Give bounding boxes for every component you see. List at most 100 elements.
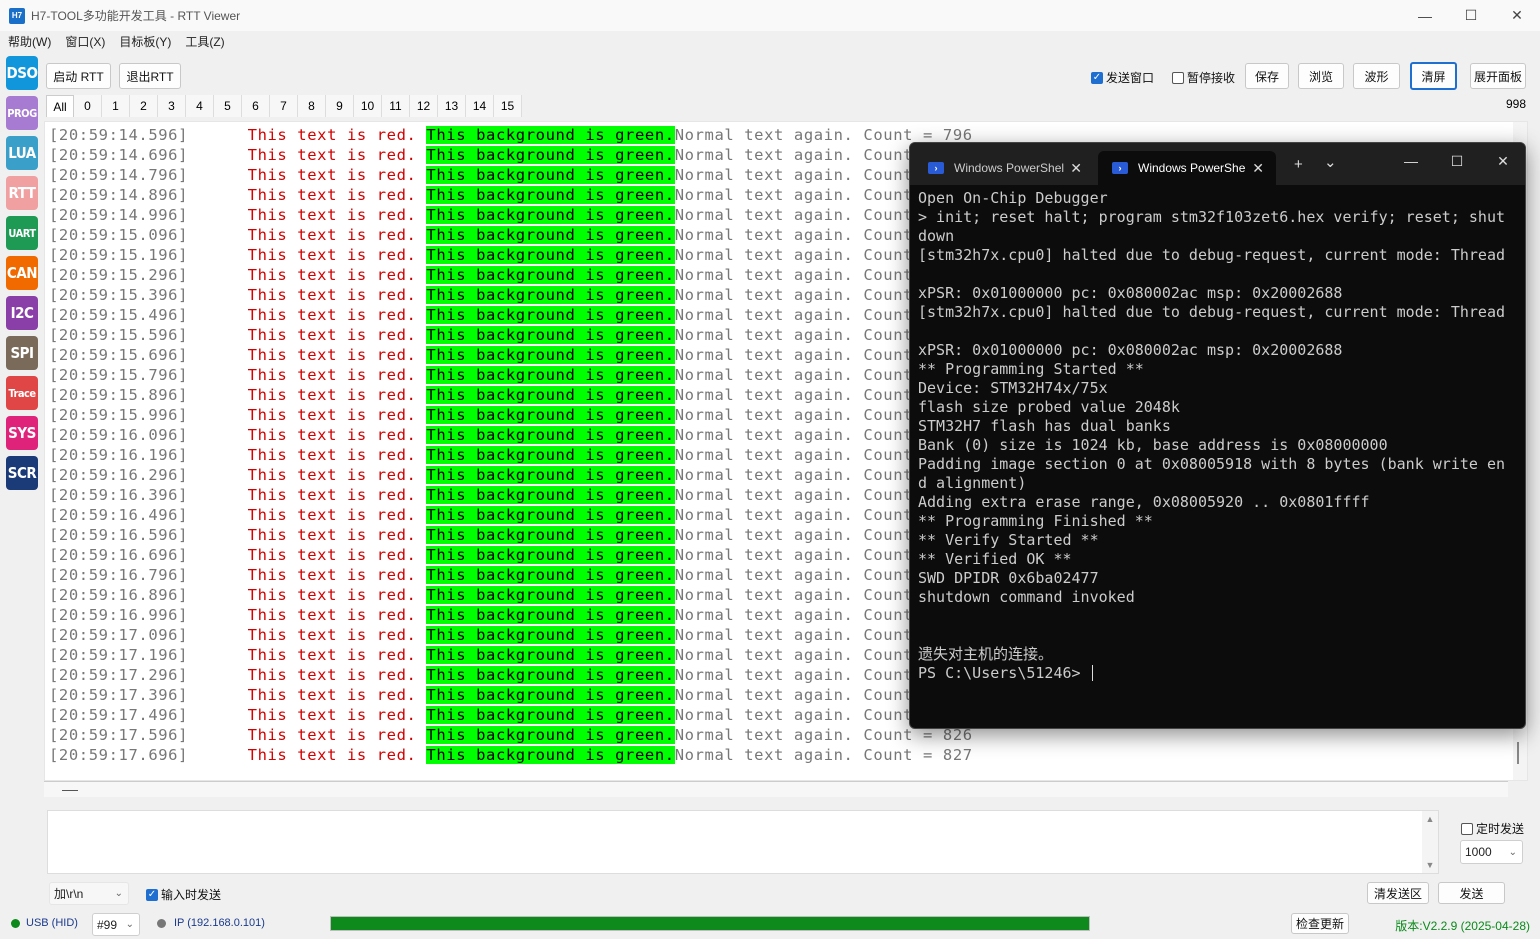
device-select[interactable]: #99 ⌄: [92, 913, 140, 936]
save-button[interactable]: 保存: [1245, 63, 1289, 89]
log-line: [20:59:17.396] This text is red. This ba…: [49, 685, 973, 705]
sidebar-trace-button[interactable]: Trace: [6, 376, 38, 410]
log-green-text: This background is green.: [426, 166, 675, 184]
channel-tab-all[interactable]: All: [46, 95, 74, 117]
horizontal-scrollbar[interactable]: [44, 781, 1508, 797]
terminal-line: Adding extra erase range, 0x08005920 .. …: [918, 493, 1370, 511]
menu-help[interactable]: 帮助(W): [8, 33, 51, 50]
log-normal-text: Normal text again. Count =: [674, 526, 943, 544]
log-red-text: This text is red.: [247, 266, 417, 284]
window-title: H7-TOOL多功能开发工具 - RTT Viewer: [31, 9, 241, 23]
send-button[interactable]: 发送: [1438, 882, 1505, 904]
channel-tab-1[interactable]: 1: [102, 95, 130, 117]
log-green-text: This background is green.: [426, 286, 675, 304]
log-line: [20:59:16.996] This text is red. This ba…: [49, 605, 973, 625]
terminal-minimize-button[interactable]: —: [1388, 153, 1434, 169]
channel-tab-13[interactable]: 13: [438, 95, 466, 117]
line-ending-select[interactable]: 加\r\n ⌄: [49, 882, 129, 905]
log-green-text: This background is green.: [426, 366, 675, 384]
channel-tab-9[interactable]: 9: [326, 95, 354, 117]
terminal-tab-1[interactable]: › Windows PowerShel ✕: [914, 151, 1094, 185]
send-textarea[interactable]: ▲ ▼: [47, 810, 1439, 874]
close-tab-icon[interactable]: ✕: [1070, 160, 1082, 177]
close-tab-icon[interactable]: ✕: [1252, 160, 1264, 177]
sidebar-rtt-button[interactable]: RTT: [6, 176, 38, 210]
clear-screen-button[interactable]: 清屏: [1410, 62, 1457, 90]
log-red-text: This text is red.: [247, 246, 417, 264]
channel-tab-2[interactable]: 2: [130, 95, 158, 117]
check-update-button[interactable]: 检查更新: [1291, 913, 1349, 934]
log-line: [20:59:15.896] This text is red. This ba…: [49, 385, 973, 405]
sidebar-dso-button[interactable]: DSO: [6, 56, 38, 90]
log-red-text: This text is red.: [247, 286, 417, 304]
sidebar-scr-button[interactable]: SCR: [6, 456, 38, 490]
sidebar-lua-button[interactable]: LUA: [6, 136, 38, 170]
browse-button[interactable]: 浏览: [1298, 63, 1344, 89]
waveform-button[interactable]: 波形: [1353, 63, 1400, 89]
sidebar-spi-button[interactable]: SPI: [6, 336, 38, 370]
terminal-close-button[interactable]: ✕: [1480, 153, 1525, 170]
sidebar-i2c-button[interactable]: I2C: [6, 296, 38, 330]
channel-tab-11[interactable]: 11: [382, 95, 410, 117]
channel-tabs: All 0 1 2 3 4 5 6 7 8 9 10 11 12 13 14 15: [46, 95, 522, 119]
terminal-maximize-button[interactable]: ☐: [1434, 153, 1480, 170]
log-timestamp: [20:59:15.196]: [49, 246, 189, 264]
channel-tab-4[interactable]: 4: [186, 95, 214, 117]
new-tab-button[interactable]: +: [1294, 156, 1303, 173]
menu-window[interactable]: 窗口(X): [65, 33, 105, 50]
log-normal-text: Normal text again. Count =: [674, 286, 943, 304]
channel-tab-6[interactable]: 6: [242, 95, 270, 117]
send-on-input-checkbox[interactable]: ✓ 输入时发送: [146, 886, 221, 903]
channel-tab-12[interactable]: 12: [410, 95, 438, 117]
send-interval-select[interactable]: 1000 ⌄: [1460, 840, 1523, 864]
minimize-button[interactable]: —: [1402, 0, 1448, 31]
channel-tab-10[interactable]: 10: [354, 95, 382, 117]
channel-tab-0[interactable]: 0: [74, 95, 102, 117]
sidebar-prog-button[interactable]: PROG: [6, 96, 38, 130]
channel-tab-5[interactable]: 5: [214, 95, 242, 117]
log-line: [20:59:14.996] This text is red. This ba…: [49, 205, 973, 225]
channel-tab-15[interactable]: 15: [494, 95, 522, 117]
start-rtt-button[interactable]: 启动 RTT: [46, 63, 111, 89]
tab-dropdown-button[interactable]: ⌄: [1324, 153, 1337, 171]
log-line: [20:59:15.996] This text is red. This ba…: [49, 405, 973, 425]
sidebar-sys-button[interactable]: SYS: [6, 416, 38, 450]
log-line: [20:59:15.196] This text is red. This ba…: [49, 245, 973, 265]
log-normal-text: Normal text again. Count =: [674, 666, 943, 684]
channel-tab-3[interactable]: 3: [158, 95, 186, 117]
terminal-line: d alignment): [918, 474, 1027, 492]
channel-tab-7[interactable]: 7: [270, 95, 298, 117]
log-line: [20:59:15.596] This text is red. This ba…: [49, 325, 973, 345]
menu-target-board[interactable]: 目标板(Y): [119, 33, 171, 50]
terminal-output[interactable]: Open On-Chip Debugger > init; reset halt;…: [918, 189, 1518, 683]
channel-tab-14[interactable]: 14: [466, 95, 494, 117]
log-green-text: This background is green.: [426, 246, 675, 264]
menu-tools[interactable]: 工具(Z): [185, 33, 224, 50]
log-normal-text: Normal text again. Count =: [674, 346, 943, 364]
usb-status: USB (HID): [26, 917, 78, 929]
send-scrollbar[interactable]: ▲ ▼: [1422, 811, 1438, 873]
powershell-window[interactable]: › Windows PowerShel ✕ › Windows PowerShe…: [909, 142, 1526, 729]
log-timestamp: [20:59:14.696]: [49, 146, 189, 164]
send-window-checkbox[interactable]: ✓ 发送窗口: [1091, 69, 1154, 86]
log-red-text: This text is red.: [247, 226, 417, 244]
close-button[interactable]: ✕: [1494, 0, 1540, 31]
exit-rtt-button[interactable]: 退出RTT: [119, 63, 181, 89]
log-line: [20:59:16.496] This text is red. This ba…: [49, 505, 973, 525]
log-timestamp: [20:59:17.596]: [49, 726, 189, 744]
log-timestamp: [20:59:14.796]: [49, 166, 189, 184]
pause-receive-checkbox[interactable]: 暂停接收: [1172, 69, 1235, 86]
timed-send-checkbox[interactable]: 定时发送: [1461, 820, 1524, 837]
channel-tab-8[interactable]: 8: [298, 95, 326, 117]
clear-send-button[interactable]: 清发送区: [1367, 882, 1429, 904]
terminal-line: Padding image section 0 at 0x08005918 wi…: [918, 455, 1505, 473]
menu-bar: 帮助(W) 窗口(X) 目标板(Y) 工具(Z): [0, 31, 231, 51]
expand-panel-button[interactable]: 展开面板: [1470, 63, 1526, 89]
sidebar-can-button[interactable]: CAN: [6, 256, 38, 290]
log-green-text: This background is green.: [426, 646, 675, 664]
maximize-button[interactable]: ☐: [1448, 0, 1494, 31]
terminal-tab-2-label: Windows PowerShe: [1138, 161, 1246, 175]
sidebar-uart-button[interactable]: UART: [6, 216, 38, 250]
terminal-tab-2[interactable]: › Windows PowerShe ✕: [1098, 151, 1276, 185]
